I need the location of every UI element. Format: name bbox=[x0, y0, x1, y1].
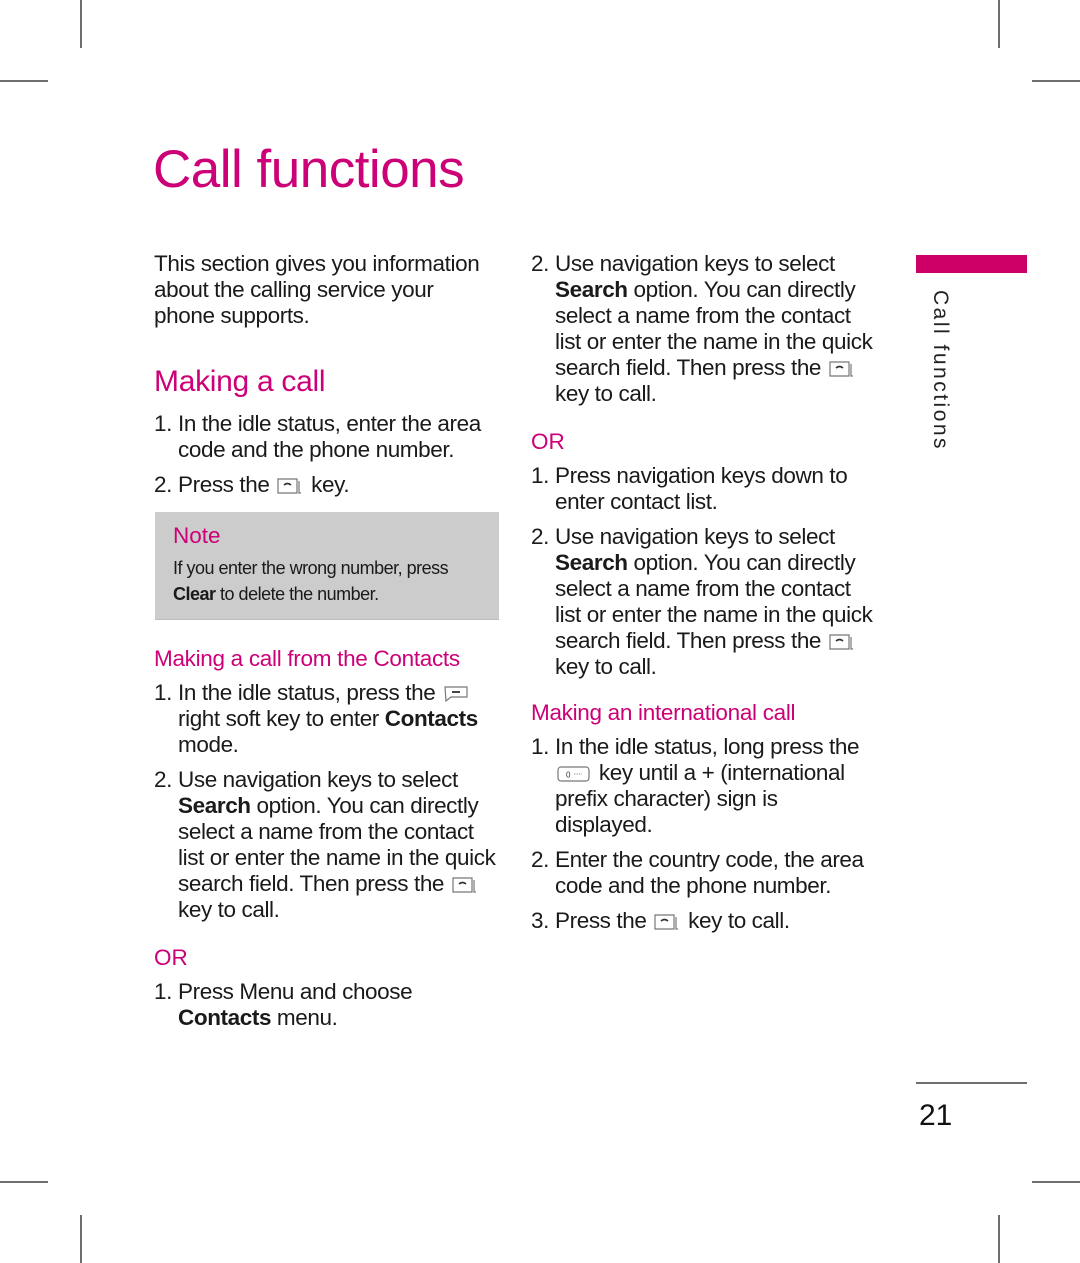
step-text: Press the bbox=[178, 472, 270, 497]
making-call-steps: 1. In the idle status, enter the area co… bbox=[154, 411, 499, 498]
svg-text:0: 0 bbox=[566, 771, 571, 780]
step-bold-term: Search bbox=[178, 793, 251, 818]
contact-list-steps: 1. Press navigation keys down to enter c… bbox=[531, 463, 876, 680]
section-heading-international: Making an international call bbox=[531, 700, 796, 725]
note-text-part: If you enter the wrong number, press bbox=[173, 558, 449, 578]
list-item: 1. In the idle status, press the right s… bbox=[154, 680, 499, 758]
list-item: 1. In the idle status, long press the 0 … bbox=[531, 734, 876, 838]
or-separator: OR bbox=[154, 945, 188, 970]
contacts-steps-continued: 2. Use navigation keys to select Search … bbox=[531, 251, 876, 407]
step-text: Use navigation keys to select bbox=[555, 524, 835, 549]
step-number: 1. bbox=[531, 463, 549, 488]
crop-mark bbox=[1032, 80, 1080, 82]
list-item: 2. Use navigation keys to select Search … bbox=[531, 524, 876, 680]
list-item: 2. Enter the country code, the area code… bbox=[531, 847, 876, 899]
side-tab-label: Call functions bbox=[929, 290, 952, 452]
right-soft-key-icon bbox=[443, 685, 469, 703]
crop-mark bbox=[1032, 1181, 1080, 1183]
step-bold-term: Contacts bbox=[178, 1005, 272, 1030]
international-steps: 1. In the idle status, long press the 0 … bbox=[531, 734, 876, 934]
step-bold-term: Search bbox=[555, 550, 628, 575]
list-item: 1. In the idle status, enter the area co… bbox=[154, 411, 499, 463]
step-text: Press navigation keys down to enter cont… bbox=[555, 463, 848, 514]
crop-mark bbox=[998, 0, 1000, 48]
section-tab-bar bbox=[916, 255, 1027, 273]
menu-steps: 1. Press Menu and choose Contacts menu. bbox=[154, 979, 499, 1031]
step-text: Use navigation keys to select bbox=[555, 251, 835, 276]
crop-mark bbox=[80, 1215, 82, 1263]
step-text: In the idle status, enter the area code … bbox=[178, 411, 481, 462]
send-key-icon bbox=[452, 876, 478, 894]
step-text: key to call. bbox=[555, 381, 657, 406]
crop-mark bbox=[0, 1181, 48, 1183]
step-text: In the idle status, press the bbox=[178, 680, 436, 705]
step-number: 1. bbox=[531, 734, 549, 759]
send-key-icon bbox=[654, 913, 680, 931]
step-text: Enter the country code, the area code an… bbox=[555, 847, 864, 898]
step-text: Press the bbox=[555, 908, 647, 933]
step-number: 2. bbox=[531, 251, 549, 276]
left-column: This section gives you information about… bbox=[154, 251, 499, 1040]
step-text: key. bbox=[311, 472, 350, 497]
middle-column: 2. Use navigation keys to select Search … bbox=[531, 251, 876, 943]
step-number: 2. bbox=[531, 847, 549, 872]
crop-mark bbox=[0, 80, 48, 82]
step-text: key to call. bbox=[178, 897, 280, 922]
note-text-part: to delete the number. bbox=[220, 584, 379, 604]
step-number: 2. bbox=[531, 524, 549, 549]
step-number: 2. bbox=[154, 472, 172, 497]
note-box: Note If you enter the wrong number, pres… bbox=[155, 512, 499, 620]
note-text: If you enter the wrong number, press Cle… bbox=[173, 555, 481, 607]
step-number: 2. bbox=[154, 767, 172, 792]
send-key-icon bbox=[277, 477, 303, 495]
list-item: 1. Press Menu and choose Contacts menu. bbox=[154, 979, 499, 1031]
crop-mark bbox=[80, 0, 82, 48]
send-key-icon bbox=[829, 360, 855, 378]
page-number: 21 bbox=[919, 1099, 953, 1132]
list-item: 2. Use navigation keys to select Search … bbox=[531, 251, 876, 407]
note-title: Note bbox=[173, 523, 221, 548]
crop-mark bbox=[998, 1215, 1000, 1263]
step-text: key to call. bbox=[555, 654, 657, 679]
or-separator: OR bbox=[531, 429, 565, 454]
list-item: 2. Press the key. bbox=[154, 472, 499, 498]
step-number: 1. bbox=[154, 680, 172, 705]
step-text: Press Menu and choose bbox=[178, 979, 413, 1004]
zero-key-icon: 0 bbox=[557, 765, 591, 783]
list-item: 2. Use navigation keys to select Search … bbox=[154, 767, 499, 923]
step-number: 3. bbox=[531, 908, 549, 933]
note-bold-term: Clear bbox=[173, 584, 216, 604]
step-bold-term: Contacts bbox=[384, 706, 478, 731]
section-heading-contacts: Making a call from the Contacts bbox=[154, 646, 460, 671]
step-text: key to call. bbox=[688, 908, 790, 933]
page-title: Call functions bbox=[153, 140, 465, 199]
step-text: Use navigation keys to select bbox=[178, 767, 458, 792]
step-text: In the idle status, long press the bbox=[555, 734, 860, 759]
step-text: key until a + (international prefix char… bbox=[555, 760, 845, 837]
contacts-steps: 1. In the idle status, press the right s… bbox=[154, 680, 499, 923]
step-text: right soft key to enter bbox=[178, 706, 379, 731]
list-item: 1. Press navigation keys down to enter c… bbox=[531, 463, 876, 515]
step-text: mode. bbox=[178, 732, 239, 757]
step-text: menu. bbox=[276, 1005, 338, 1030]
section-heading-making-a-call: Making a call bbox=[154, 365, 326, 398]
footer-rule bbox=[916, 1082, 1027, 1084]
step-bold-term: Search bbox=[555, 277, 628, 302]
send-key-icon bbox=[829, 633, 855, 651]
list-item: 3. Press the key to call. bbox=[531, 908, 876, 934]
step-number: 1. bbox=[154, 411, 172, 436]
intro-paragraph: This section gives you information about… bbox=[154, 251, 480, 328]
step-number: 1. bbox=[154, 979, 172, 1004]
